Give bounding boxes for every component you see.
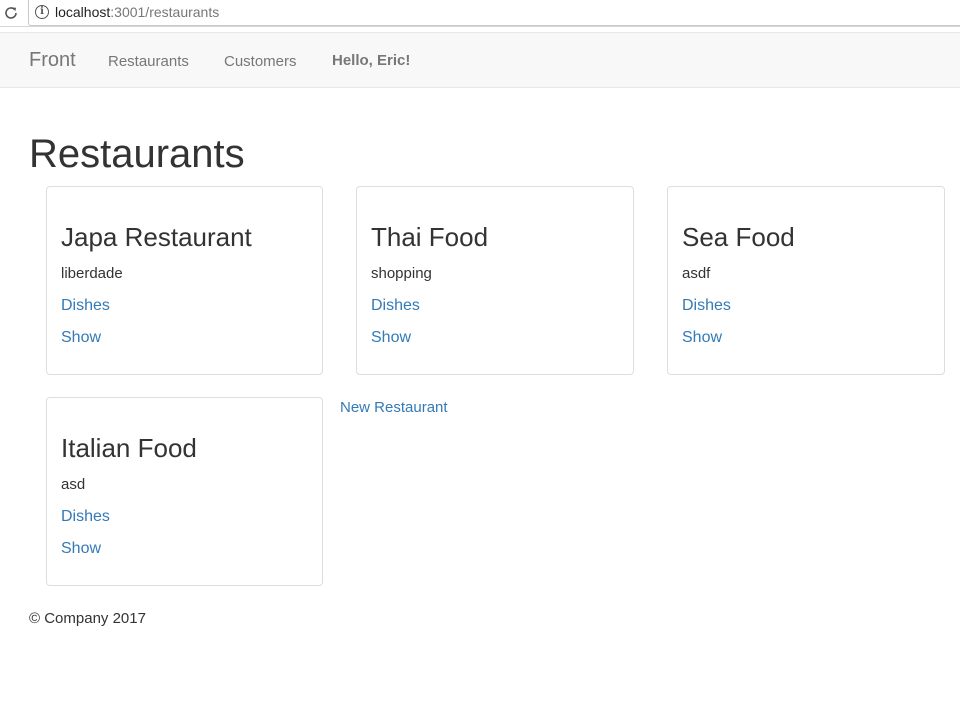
nav-link-restaurants[interactable]: Restaurants: [108, 53, 189, 70]
restaurant-card: Sea Food asdf Dishes Show: [667, 186, 945, 375]
brand-link[interactable]: Front: [29, 49, 76, 72]
show-link[interactable]: Show: [61, 539, 101, 559]
show-link[interactable]: Show: [682, 328, 722, 348]
url-host: localhost: [55, 4, 111, 20]
restaurant-location: shopping: [371, 265, 432, 282]
footer-copyright: © Company 2017: [29, 610, 146, 627]
restaurant-card: Italian Food asd Dishes Show: [46, 397, 323, 586]
show-link[interactable]: Show: [371, 328, 411, 348]
restaurant-name: Japa Restaurant: [61, 222, 252, 252]
reload-icon[interactable]: [3, 5, 19, 21]
restaurant-location: asdf: [682, 265, 711, 282]
restaurant-card: Thai Food shopping Dishes Show: [356, 186, 634, 375]
user-greeting[interactable]: Hello, Eric!: [332, 52, 410, 69]
restaurant-name: Thai Food: [371, 222, 489, 252]
navbar: Front Restaurants Customers Hello, Eric!: [0, 32, 960, 88]
url-path: :3001/restaurants: [110, 4, 220, 20]
dishes-link[interactable]: Dishes: [682, 296, 731, 316]
dishes-link[interactable]: Dishes: [371, 296, 420, 316]
address-bar[interactable]: i localhost:3001/restaurants: [28, 0, 960, 26]
restaurant-location: asd: [61, 476, 86, 493]
show-link[interactable]: Show: [61, 328, 101, 348]
page-title: Restaurants: [29, 132, 245, 176]
url-text: localhost:3001/restaurants: [55, 4, 219, 20]
info-icon[interactable]: i: [35, 5, 49, 19]
restaurant-location: liberdade: [61, 265, 123, 282]
restaurant-name: Sea Food: [682, 222, 795, 252]
dishes-link[interactable]: Dishes: [61, 296, 110, 316]
browser-toolbar: i localhost:3001/restaurants: [0, 0, 960, 27]
restaurant-name: Italian Food: [61, 433, 197, 463]
new-restaurant-link[interactable]: New Restaurant: [340, 399, 448, 416]
nav-link-customers[interactable]: Customers: [224, 53, 297, 70]
dishes-link[interactable]: Dishes: [61, 507, 110, 527]
restaurant-card: Japa Restaurant liberdade Dishes Show: [46, 186, 323, 375]
